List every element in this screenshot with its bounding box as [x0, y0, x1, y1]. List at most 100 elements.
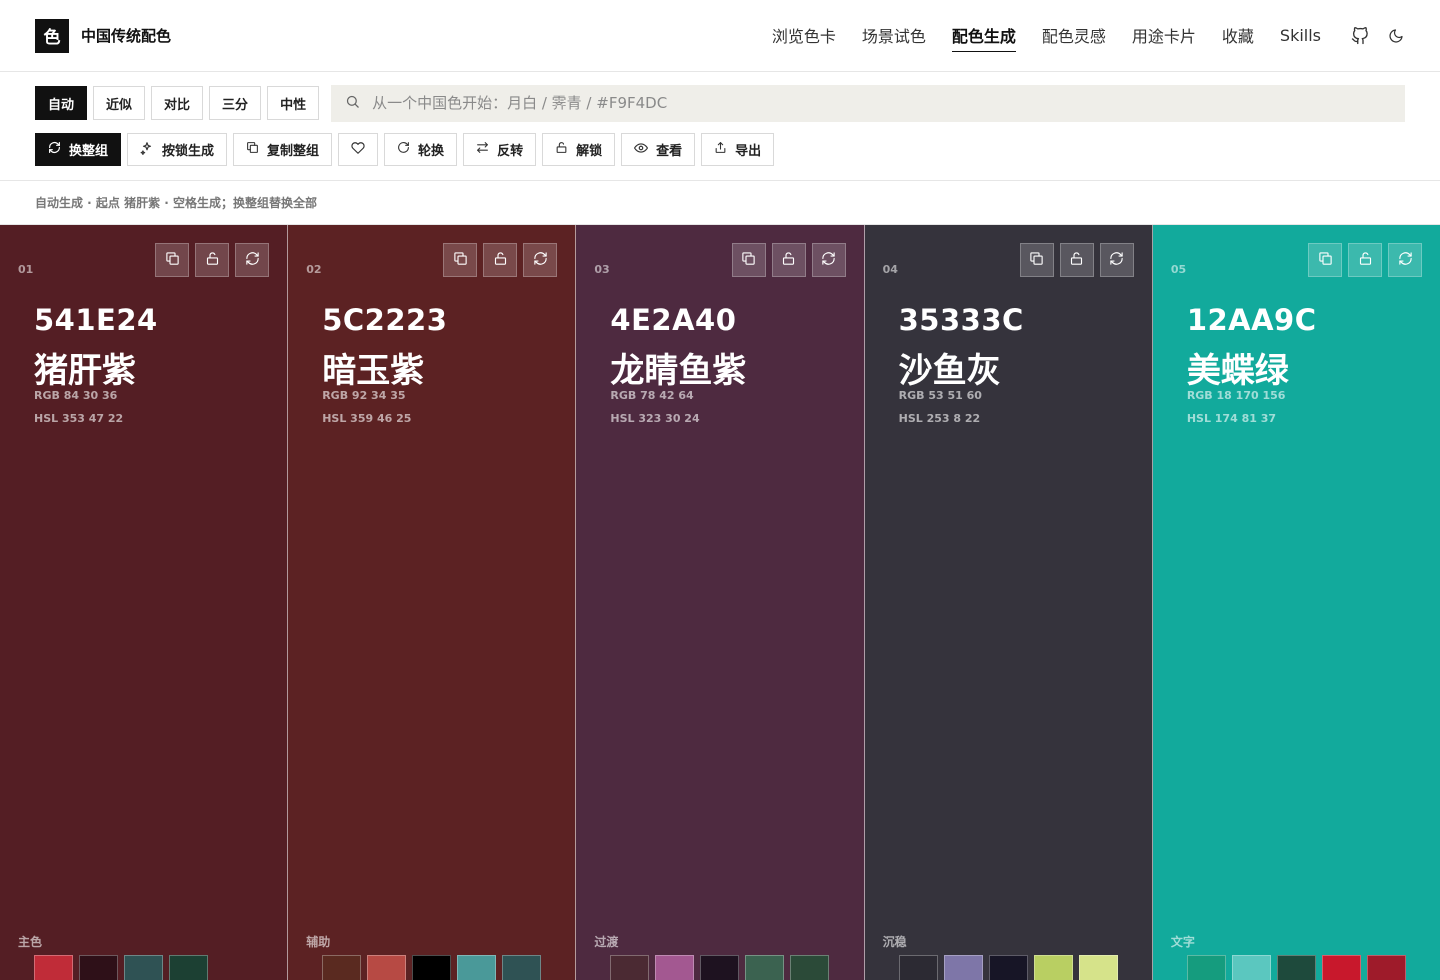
unlock-icon: [1358, 251, 1373, 270]
color-hex[interactable]: 12AA9C: [1187, 303, 1317, 337]
color-role: 主色: [18, 935, 43, 949]
nav-item-generate[interactable]: 配色生成: [951, 19, 1016, 52]
unlock-label: 解锁: [576, 144, 603, 159]
heart-icon: [351, 141, 365, 159]
variant-swatch[interactable]: [367, 955, 407, 980]
variant-swatch[interactable]: [790, 955, 830, 980]
color-hex[interactable]: 4E2A40: [610, 303, 736, 337]
color-hex[interactable]: 5C2223: [322, 303, 447, 337]
color-hsl: HSL 174 81 37: [1186, 412, 1277, 425]
nav-item-cards[interactable]: 用途卡片: [1132, 19, 1196, 52]
color-role: 文字: [1170, 935, 1195, 949]
variant-swatch[interactable]: [1078, 955, 1118, 980]
variant-swatch[interactable]: [898, 955, 938, 980]
refresh-icon: [1398, 251, 1413, 270]
color-rgb: RGB 92 34 35: [322, 389, 406, 402]
column-tools: [1019, 243, 1134, 277]
nav-item-scene[interactable]: 场景试色: [862, 19, 926, 52]
column-lock-button[interactable]: [771, 243, 806, 277]
variant-swatch[interactable]: [700, 955, 740, 980]
column-lock-button[interactable]: [1059, 243, 1094, 277]
refresh-icon: [245, 251, 260, 270]
brand-logo[interactable]: 色: [35, 18, 69, 53]
column-copy-button[interactable]: [1308, 243, 1343, 277]
unlock-icon: [781, 251, 796, 270]
mode-analogous-button[interactable]: 近似: [93, 86, 146, 120]
copy-icon: [1029, 251, 1044, 270]
color-search: [331, 84, 1405, 122]
copy-all-button[interactable]: 复制整组: [233, 133, 333, 166]
variant-swatch[interactable]: [943, 955, 983, 980]
variant-swatch[interactable]: [1033, 955, 1073, 980]
column-refresh-button[interactable]: [1099, 243, 1134, 277]
palette-column[interactable]: 05 12AA9C 美蝶绿 RGB 18 170 156 HSL 174 81 …: [1152, 225, 1440, 980]
variant-swatch[interactable]: [322, 955, 362, 980]
mode-neutral-button[interactable]: 中性: [267, 86, 320, 120]
nav-item-browse[interactable]: 浏览色卡: [772, 19, 836, 52]
mode-auto-button[interactable]: 自动: [35, 86, 88, 120]
variant-swatch[interactable]: [79, 955, 118, 980]
color-hex[interactable]: 35333C: [899, 303, 1024, 337]
column-tools: [155, 243, 270, 277]
column-lock-button[interactable]: [1348, 243, 1383, 277]
mode-triad-button[interactable]: 三分: [209, 86, 262, 120]
unlock-icon: [1069, 251, 1084, 270]
column-refresh-button[interactable]: [235, 243, 270, 277]
column-refresh-button[interactable]: [1388, 243, 1423, 277]
palette-column[interactable]: 02 5C2223 暗玉紫 RGB 92 34 35 HSL 359 46 25…: [288, 225, 577, 980]
swap-icon: [476, 141, 489, 158]
search-input[interactable]: [372, 94, 1391, 112]
color-hex[interactable]: 541E24: [34, 303, 158, 337]
nav-item-skills[interactable]: Skills: [1280, 22, 1321, 50]
variant-swatch[interactable]: [1321, 955, 1361, 980]
variant-swatches: [322, 955, 542, 980]
favorite-button[interactable]: [338, 133, 379, 166]
generate-by-lock-button[interactable]: 按锁生成: [127, 133, 228, 166]
column-tools: [1308, 243, 1423, 277]
variant-swatch[interactable]: [655, 955, 695, 980]
variant-swatch[interactable]: [1231, 955, 1271, 980]
view-button[interactable]: 查看: [621, 133, 696, 166]
variant-swatch[interactable]: [457, 955, 497, 980]
unlock-icon: [205, 251, 220, 270]
copy-icon: [246, 141, 259, 158]
brand[interactable]: 色 中国传统配色: [35, 18, 171, 53]
search-icon: [345, 94, 360, 113]
column-lock-button[interactable]: [195, 243, 230, 277]
github-icon[interactable]: [1351, 26, 1369, 45]
variant-swatch[interactable]: [502, 955, 542, 980]
unlock-button[interactable]: 解锁: [542, 133, 616, 166]
column-copy-button[interactable]: [731, 243, 766, 277]
moon-icon[interactable]: [1387, 27, 1405, 45]
variant-swatch[interactable]: [745, 955, 785, 980]
column-refresh-button[interactable]: [811, 243, 846, 277]
variant-swatch[interactable]: [988, 955, 1028, 980]
variant-swatch[interactable]: [1186, 955, 1226, 980]
export-button[interactable]: 导出: [701, 133, 775, 166]
color-role: 过渡: [594, 935, 619, 949]
variant-swatch[interactable]: [610, 955, 650, 980]
palette-column[interactable]: 01 541E24 猪肝紫 RGB 84 30 36 HSL 353 47 22…: [0, 225, 289, 980]
mode-contrast-button[interactable]: 对比: [151, 86, 204, 120]
column-copy-button[interactable]: [443, 243, 478, 277]
reverse-button[interactable]: 反转: [463, 133, 537, 166]
variant-swatch[interactable]: [1276, 955, 1316, 980]
color-name: 沙鱼灰: [898, 351, 1001, 391]
rotate-button[interactable]: 轮换: [384, 133, 458, 166]
variant-swatches: [898, 955, 1118, 980]
nav-item-favorites[interactable]: 收藏: [1222, 19, 1254, 52]
shuffle-all-button[interactable]: 换整组: [35, 133, 122, 166]
variant-swatch[interactable]: [169, 955, 208, 980]
palette-column[interactable]: 03 4E2A40 龙睛鱼紫 RGB 78 42 64 HSL 323 30 2…: [576, 225, 865, 980]
column-copy-button[interactable]: [155, 243, 190, 277]
column-copy-button[interactable]: [1019, 243, 1054, 277]
variant-swatch[interactable]: [1366, 955, 1406, 980]
variant-swatch[interactable]: [124, 955, 163, 980]
column-refresh-button[interactable]: [523, 243, 558, 277]
variant-swatch[interactable]: [412, 955, 452, 980]
palette-column[interactable]: 04 35333C 沙鱼灰 RGB 53 51 60 HSL 253 8 22 …: [864, 225, 1153, 980]
nav-item-inspiration[interactable]: 配色灵感: [1042, 19, 1106, 52]
variant-swatch[interactable]: [34, 955, 73, 980]
column-lock-button[interactable]: [483, 243, 518, 277]
brand-name[interactable]: 中国传统配色: [81, 25, 171, 46]
